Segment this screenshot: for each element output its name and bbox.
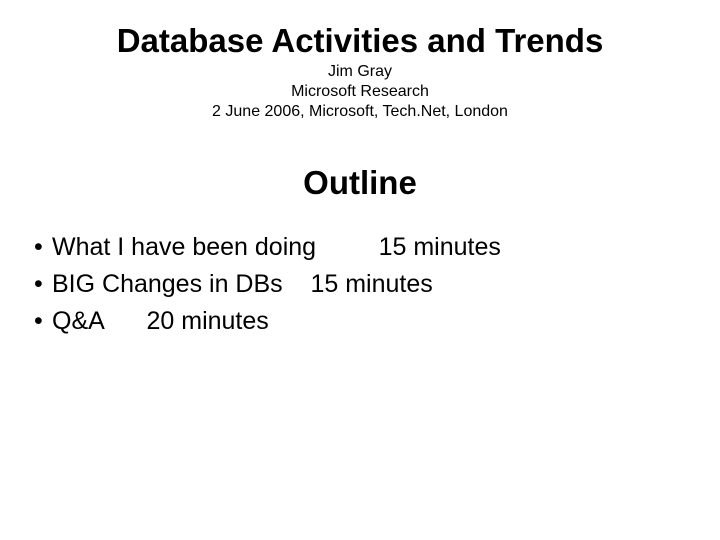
slide: Database Activities and Trends Jim Gray … <box>0 0 720 540</box>
bullet-icon: • <box>34 304 52 339</box>
item-text: What I have been doing <box>52 233 316 261</box>
outline-list: •What I have been doing 15 minutes •BIG … <box>30 230 690 339</box>
item-duration: 15 minutes <box>310 270 432 298</box>
item-duration: 15 minutes <box>379 233 501 261</box>
bullet-icon: • <box>34 230 52 265</box>
list-item: •Q&A 20 minutes <box>34 304 690 339</box>
item-text: Q&A <box>52 307 105 335</box>
bullet-icon: • <box>34 267 52 302</box>
item-duration: 20 minutes <box>146 307 268 335</box>
author-name: Jim Gray <box>30 62 690 82</box>
item-spacer <box>283 270 311 298</box>
item-spacer <box>316 233 379 261</box>
item-spacer <box>105 307 147 335</box>
author-block: Jim Gray Microsoft Research 2 June 2006,… <box>30 62 690 122</box>
slide-title: Database Activities and Trends <box>30 22 690 60</box>
author-affiliation: Microsoft Research <box>30 82 690 102</box>
section-title: Outline <box>30 164 690 202</box>
list-item: •What I have been doing 15 minutes <box>34 230 690 265</box>
list-item: •BIG Changes in DBs 15 minutes <box>34 267 690 302</box>
author-event: 2 June 2006, Microsoft, Tech.Net, London <box>30 102 690 122</box>
item-text: BIG Changes in DBs <box>52 270 283 298</box>
